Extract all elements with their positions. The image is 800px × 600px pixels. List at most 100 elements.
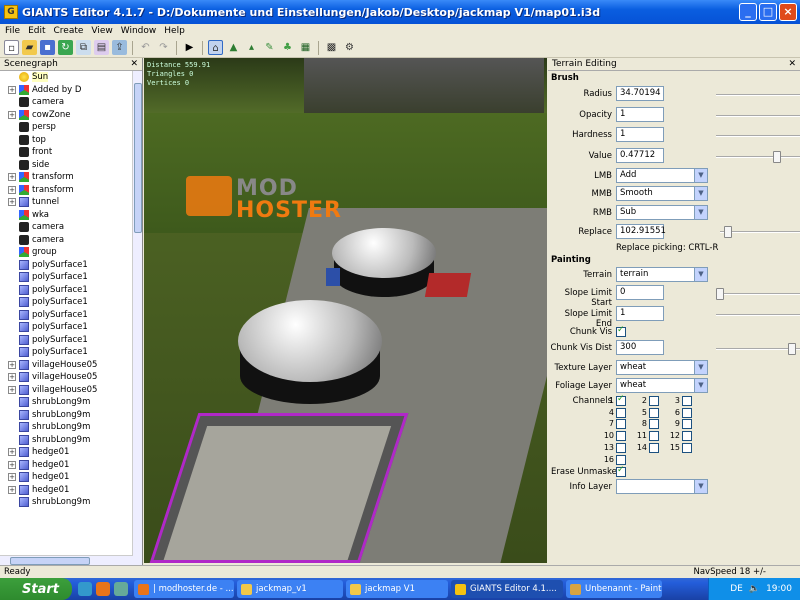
terrain-select[interactable]: terrain ▼ — [616, 267, 708, 282]
channel-checkbox[interactable] — [682, 396, 692, 406]
opacity-input[interactable]: 1 — [616, 107, 664, 122]
new-icon[interactable]: ▫ — [4, 40, 19, 55]
scenegraph-node[interactable]: shrubLong9m — [0, 434, 142, 447]
taskbar-button[interactable]: jackmap_v1 — [237, 580, 343, 598]
paint-icon[interactable]: ✎ — [262, 40, 277, 55]
export-icon[interactable]: ⇪ — [112, 40, 127, 55]
lmb-select[interactable]: Add ▼ — [616, 168, 708, 183]
scenegraph-node[interactable]: + hedge01 — [0, 471, 142, 484]
scenegraph-node[interactable]: group — [0, 246, 142, 259]
terrain-icon[interactable]: ▲ — [226, 40, 241, 55]
scenegraph-node[interactable]: top — [0, 134, 142, 147]
start-button[interactable]: Start — [0, 578, 72, 600]
scenegraph-node[interactable]: side — [0, 159, 142, 172]
texture-layer-select[interactable]: wheat ▼ — [616, 360, 708, 375]
expand-icon[interactable]: + — [8, 373, 16, 382]
foliage-layer-select[interactable]: wheat ▼ — [616, 378, 708, 393]
firefox-icon[interactable] — [96, 582, 110, 596]
scenegraph-node[interactable]: polySurface1 — [0, 346, 142, 359]
scenegraph-node[interactable]: shrubLong9m — [0, 421, 142, 434]
scenegraph-node[interactable]: polySurface1 — [0, 271, 142, 284]
scenegraph-node[interactable]: Sun — [0, 71, 142, 84]
ie-icon[interactable] — [78, 582, 92, 596]
expand-icon[interactable]: + — [8, 173, 16, 182]
menu-file[interactable]: File — [5, 26, 20, 36]
menu-edit[interactable]: Edit — [28, 26, 45, 36]
scenegraph-node[interactable]: shrubLong9m — [0, 409, 142, 422]
scenegraph-hscrollbar[interactable] — [0, 555, 133, 565]
chunk-vis-checkbox[interactable] — [616, 325, 626, 337]
menu-help[interactable]: Help — [164, 26, 185, 36]
value-input[interactable]: 0.47712 — [616, 148, 664, 163]
media-icon[interactable] — [114, 582, 128, 596]
slope-limit-start-slider[interactable] — [716, 288, 800, 300]
channel-checkbox[interactable] — [649, 396, 659, 406]
menu-window[interactable]: Window — [121, 26, 157, 36]
undo-icon[interactable]: ↶ — [138, 40, 153, 55]
info-layer-select[interactable]: ▼ — [616, 479, 708, 494]
channel-checkbox[interactable] — [616, 442, 626, 453]
rmb-select[interactable]: Sub ▼ — [616, 205, 708, 220]
scenegraph-node[interactable]: + villageHouse05 — [0, 384, 142, 397]
decal-icon[interactable]: ▩ — [324, 40, 339, 55]
expand-icon[interactable]: + — [8, 485, 16, 494]
channel-checkbox[interactable] — [682, 431, 692, 442]
play-icon[interactable]: ▶ — [182, 40, 197, 55]
close-icon[interactable]: ✕ — [130, 59, 138, 69]
grass-icon[interactable]: ♣ — [280, 40, 295, 55]
maximize-button[interactable]: □ — [759, 3, 777, 21]
menu-view[interactable]: View — [91, 26, 112, 36]
radius-slider[interactable] — [716, 94, 800, 96]
scenegraph-node[interactable]: camera — [0, 221, 142, 234]
slope-limit-end-input[interactable]: 1 — [616, 306, 664, 321]
expand-icon[interactable]: + — [8, 385, 16, 394]
scenegraph-node[interactable]: polySurface1 — [0, 334, 142, 347]
scroll-thumb[interactable] — [134, 83, 142, 233]
close-button[interactable]: × — [779, 3, 797, 21]
erase-unmasked-checkbox[interactable] — [616, 465, 626, 477]
scenegraph-node[interactable]: shrubLong9m — [0, 396, 142, 409]
chevron-down-icon[interactable]: ▼ — [694, 169, 707, 182]
expand-icon[interactable]: + — [8, 360, 16, 369]
channel-checkbox[interactable] — [649, 431, 659, 442]
chevron-down-icon[interactable]: ▼ — [694, 268, 707, 281]
home-icon[interactable]: ⌂ — [208, 40, 223, 55]
taskbar-button[interactable]: GIANTS Editor 4.1.... — [451, 580, 563, 598]
taskbar-button[interactable]: Unbenannt - Paint — [566, 580, 662, 598]
scenegraph-node[interactable]: + villageHouse05 — [0, 371, 142, 384]
expand-icon[interactable]: + — [8, 473, 16, 482]
channel-checkbox[interactable] — [682, 407, 692, 418]
expand-icon[interactable]: + — [8, 185, 16, 194]
scenegraph-node[interactable]: shrubLong9m — [0, 496, 142, 509]
scenegraph-scrollbar[interactable] — [132, 71, 142, 565]
scenegraph-node[interactable]: + transform — [0, 171, 142, 184]
speaker-icon[interactable]: 🔈 — [749, 584, 760, 594]
scenegraph-node[interactable]: polySurface1 — [0, 321, 142, 334]
value-slider-knob[interactable] — [773, 151, 781, 163]
scenegraph-node[interactable]: + hedge01 — [0, 484, 142, 497]
channel-checkbox[interactable] — [649, 407, 659, 418]
hscroll-thumb[interactable] — [10, 557, 90, 565]
channel-checkbox[interactable] — [616, 419, 626, 430]
paste-icon[interactable]: ▤ — [94, 40, 109, 55]
copy-icon[interactable]: ⧉ — [76, 40, 91, 55]
giants-app-icon[interactable]: G — [4, 5, 18, 19]
scenegraph-node[interactable]: wka — [0, 209, 142, 222]
chevron-down-icon[interactable]: ▼ — [694, 480, 707, 493]
scenegraph-node[interactable]: polySurface1 — [0, 284, 142, 297]
settings-icon[interactable]: ⚙ — [342, 40, 357, 55]
scenegraph-node[interactable]: camera — [0, 234, 142, 247]
channel-checkbox[interactable] — [649, 419, 659, 430]
open-icon[interactable]: ▰ — [22, 40, 37, 55]
expand-icon[interactable]: + — [8, 460, 16, 469]
redo-icon[interactable]: ↷ — [156, 40, 171, 55]
replace-slider-knob[interactable] — [724, 226, 732, 238]
expand-icon[interactable]: + — [8, 448, 16, 457]
chevron-down-icon[interactable]: ▼ — [694, 379, 707, 392]
scenegraph-node[interactable]: front — [0, 146, 142, 159]
channel-checkbox[interactable] — [649, 442, 659, 453]
slope-limit-end-slider[interactable] — [716, 314, 800, 316]
scenegraph-node[interactable]: + tunnel — [0, 196, 142, 209]
chunk-vis-dist-input[interactable]: 300 — [616, 340, 664, 355]
slope-limit-start-input[interactable]: 0 — [616, 285, 664, 300]
